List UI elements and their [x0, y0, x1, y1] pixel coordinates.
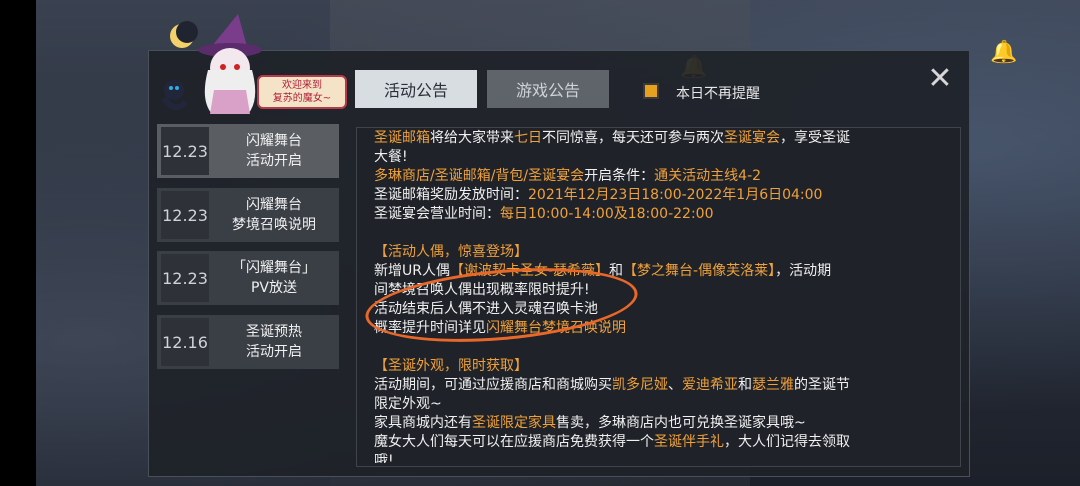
tab-game-announcement[interactable]: 游戏公告 — [487, 70, 609, 108]
content-segment: 将给大家带来 — [430, 130, 514, 146]
list-item[interactable]: 12.23 闪耀舞台 梦境召唤说明 — [157, 188, 339, 242]
welcome-banner-label: 欢迎来到 复苏的魔女~ — [257, 75, 347, 109]
content-segment: ，享受圣诞 — [780, 130, 850, 146]
content-segment: 限定外观~ — [374, 396, 442, 412]
content-line: 圣诞邮箱将给大家带来七日不同惊喜，每天还可参与两次圣诞宴会，享受圣诞 — [374, 129, 944, 148]
list-item-title: 闪耀舞台 活动开启 — [246, 133, 302, 169]
dont-remind-label[interactable]: 本日不再提醒 — [676, 83, 760, 103]
content-segment: 圣诞宴会营业时间： — [374, 206, 500, 222]
content-segment: 家具商城内还有 — [374, 415, 472, 431]
content-segment: 每日10:00-14:00及18:00-22:00 — [500, 206, 714, 222]
content-segment: 凯多尼娅 — [612, 377, 668, 393]
content-segment: 圣诞邮箱奖励发放时间： — [374, 187, 528, 203]
content-line: 圣诞宴会营业时间：每日10:00-14:00及18:00-22:00 — [374, 205, 944, 224]
content-segment: 新增UR人偶 — [374, 263, 450, 279]
content-segment: 和 — [738, 377, 752, 393]
content-segment: 【梦之舞台-偶像芙洛莱】 — [623, 263, 776, 279]
content-segment: 开启条件： — [584, 168, 655, 184]
content-segment: 多琳商店/圣诞邮箱/背包/圣诞宴会 — [374, 168, 585, 184]
content-segment: 七日 — [514, 130, 542, 146]
bell-decoration-icon: 🔔 — [990, 40, 1018, 65]
welcome-text: 欢迎来到 复苏的魔女~ — [272, 80, 332, 104]
content-segment: 【圣诞外观，限时获取】 — [374, 358, 528, 374]
content-segment: 活动期间，可通过应援商店和商城购买 — [374, 377, 612, 393]
tab-label: 游戏公告 — [515, 81, 580, 100]
list-item-title: 圣诞预热 活动开启 — [246, 324, 302, 360]
list-item-title: 闪耀舞台 梦境召唤说明 — [232, 197, 316, 233]
content-segment: ，大人们记得去领取 — [724, 434, 850, 450]
content-segment: 魔女大人们每天可以在应援商店免费获得一个 — [374, 434, 654, 450]
content-line: 限定外观~ — [374, 395, 944, 414]
list-item-date: 12.23 — [161, 191, 209, 239]
list-item-date: 12.16 — [161, 318, 209, 366]
content-segment: ，活动期 — [775, 263, 832, 279]
content-segment: 圣诞伴手礼 — [654, 434, 724, 450]
list-item-date: 12.23 — [161, 254, 209, 302]
content-line: 圣诞邮箱奖励发放时间：2021年12月23日18:00-2022年1月6日04:… — [374, 186, 944, 205]
content-segment: 2021年12月23日18:00-2022年1月6日04:00 — [528, 187, 823, 203]
content-segment: 通关活动主线4-2 — [654, 168, 762, 184]
content-line: 【活动人偶，惊喜登场】 — [374, 243, 944, 262]
content-segment: 不同惊喜，每天还可参与两次 — [542, 130, 724, 146]
content-line: 家具商城内还有圣诞限定家具售卖，多琳商店内也可兑换圣诞家具哦~ — [374, 414, 944, 433]
close-icon[interactable]: ✕ — [924, 63, 956, 95]
content-line: 多琳商店/圣诞邮箱/背包/圣诞宴会开启条件：通关活动主线4-2 — [374, 167, 944, 186]
content-line: 大餐! — [374, 148, 944, 167]
content-segment: 哦! — [374, 453, 394, 463]
checkbox-icon[interactable] — [643, 83, 659, 99]
content-segment: 爱迪希亚 — [682, 377, 738, 393]
content-segment: 的圣诞节 — [794, 377, 850, 393]
content-segment: 圣诞邮箱 — [374, 130, 430, 146]
content-segment: 瑟兰雅 — [752, 377, 794, 393]
list-item-title: 「闪耀舞台」 PV放送 — [232, 260, 316, 296]
content-line — [374, 224, 944, 243]
list-item-date: 12.23 — [161, 127, 209, 175]
content-line: 活动期间，可通过应援商店和商城购买凯多尼娅、爱迪希亚和瑟兰雅的圣诞节 — [374, 376, 944, 395]
content-segment: 大餐! — [374, 149, 408, 165]
left-black-bar — [0, 0, 36, 486]
tab-event-announcement[interactable]: 活动公告 — [355, 70, 477, 108]
content-segment: 圣诞限定家具 — [472, 415, 556, 431]
content-segment: 、 — [668, 377, 682, 393]
content-segment: 圣诞宴会 — [724, 130, 780, 146]
content-line: 哦! — [374, 452, 944, 463]
list-item[interactable]: 12.16 圣诞预热 活动开启 — [157, 315, 339, 369]
content-line: 魔女大人们每天可以在应援商店免费获得一个圣诞伴手礼，大人们记得去领取 — [374, 433, 944, 452]
content-segment: 售卖，多琳商店内也可兑换圣诞家具哦~ — [556, 415, 806, 431]
list-item[interactable]: 12.23 「闪耀舞台」 PV放送 — [157, 251, 339, 305]
list-item[interactable]: 12.23 闪耀舞台 活动开启 — [157, 124, 339, 178]
content-segment: 【活动人偶，惊喜登场】 — [374, 244, 528, 260]
content-line: 【圣诞外观，限时获取】 — [374, 357, 944, 376]
tab-label: 活动公告 — [383, 81, 448, 100]
